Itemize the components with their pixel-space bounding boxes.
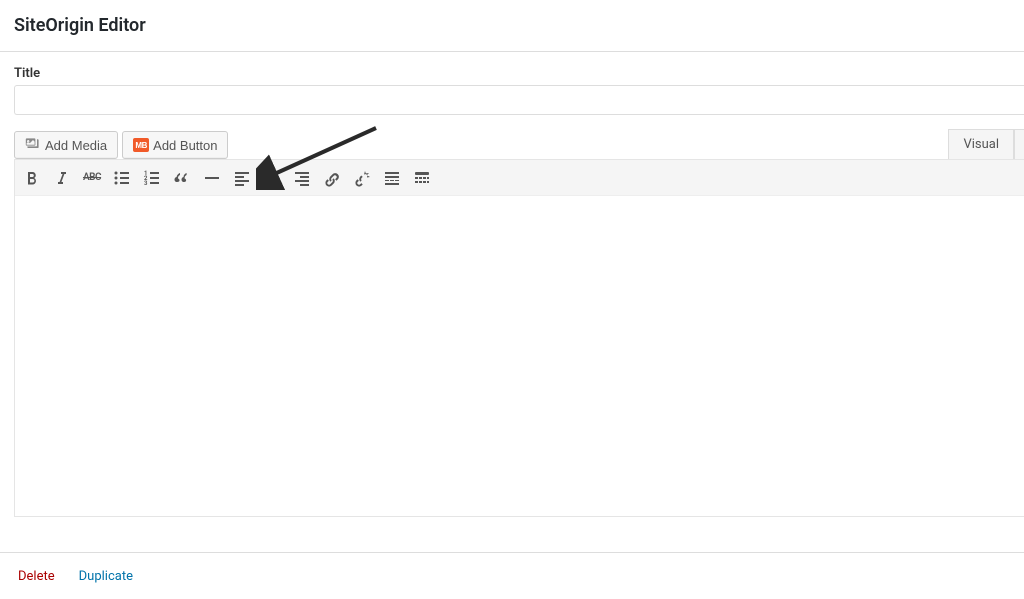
add-media-button[interactable]: Add Media — [14, 131, 118, 159]
toolbar-toggle-icon[interactable] — [407, 163, 437, 193]
dialog-title: SiteOrigin Editor — [14, 15, 146, 36]
dialog-body: Title Add Media MB Add Button Visual — [0, 52, 1024, 552]
siteorigin-editor-dialog: SiteOrigin Editor Title Add Media MB Add… — [0, 0, 1024, 599]
add-media-label: Add Media — [45, 138, 107, 153]
align-center-icon[interactable] — [257, 163, 287, 193]
bold-icon[interactable] — [17, 163, 47, 193]
media-icon — [25, 136, 41, 155]
editor-wrapper: ABC 123 — [14, 159, 1024, 517]
align-right-icon[interactable] — [287, 163, 317, 193]
bullet-list-icon[interactable] — [107, 163, 137, 193]
italic-icon[interactable] — [47, 163, 77, 193]
blockquote-icon[interactable] — [167, 163, 197, 193]
tab-visual[interactable]: Visual — [948, 129, 1014, 159]
dialog-footer: Delete Duplicate — [0, 552, 1024, 599]
tinymce-toolbar: ABC 123 — [15, 160, 1024, 196]
title-label: Title — [14, 66, 1024, 81]
unlink-icon[interactable] — [347, 163, 377, 193]
media-buttons: Add Media MB Add Button — [14, 131, 228, 159]
add-button-button[interactable]: MB Add Button — [122, 131, 228, 159]
align-left-icon[interactable] — [227, 163, 257, 193]
duplicate-link[interactable]: Duplicate — [79, 569, 133, 584]
numbered-list-icon[interactable]: 123 — [137, 163, 167, 193]
strikethrough-icon[interactable]: ABC — [77, 163, 107, 193]
content-editor[interactable] — [15, 196, 1024, 516]
read-more-icon[interactable] — [377, 163, 407, 193]
add-button-label: Add Button — [153, 138, 217, 153]
dialog-header: SiteOrigin Editor — [0, 0, 1024, 52]
maxbuttons-icon: MB — [133, 138, 149, 152]
link-icon[interactable] — [317, 163, 347, 193]
hr-icon[interactable] — [197, 163, 227, 193]
editor-top-bar: Add Media MB Add Button Visual — [14, 129, 1024, 159]
delete-link[interactable]: Delete — [18, 569, 55, 584]
title-input[interactable] — [14, 85, 1024, 115]
svg-text:3: 3 — [144, 180, 148, 187]
tab-text-clipped[interactable] — [1014, 129, 1024, 159]
editor-tabs: Visual — [948, 129, 1024, 159]
